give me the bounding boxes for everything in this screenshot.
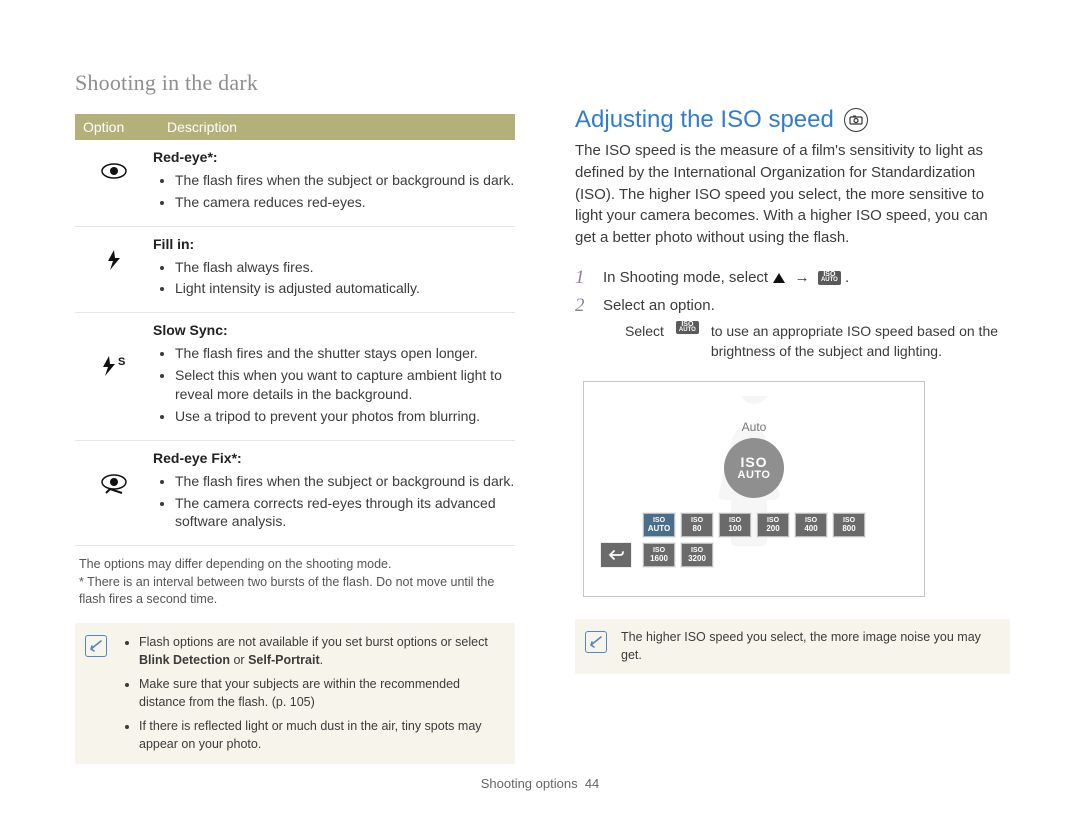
option-name: Red-eye Fix*: <box>153 450 242 466</box>
option-name: Slow Sync: <box>153 322 228 338</box>
iso-chip[interactable]: ISO400 <box>794 512 828 538</box>
section-title: Shooting in the dark <box>75 70 1010 96</box>
bullet: The camera reduces red-eyes. <box>175 193 515 212</box>
iso-chip[interactable]: ISO80 <box>680 512 714 538</box>
back-button[interactable] <box>600 542 632 568</box>
step-item: 1 In Shooting mode, select → ISOAUTO . <box>575 267 1010 289</box>
left-column: Option Description Red-eye*: The flash f… <box>75 114 515 764</box>
eye-icon <box>75 148 153 180</box>
bullet: Light intensity is adjusted automaticall… <box>175 279 515 298</box>
option-description: Slow Sync: The flash fires and the shutt… <box>153 321 515 429</box>
iso-auto-inline-icon: ISOAUTO <box>676 321 699 335</box>
table-row: Red-eye Fix*: The flash fires when the s… <box>75 441 515 547</box>
step-number: 2 <box>575 295 591 317</box>
body-text: The ISO speed is the measure of a film's… <box>575 140 1010 249</box>
bullet: The flash fires when the subject or back… <box>175 171 515 190</box>
option-description: Red-eye Fix*: The flash fires when the s… <box>153 449 515 536</box>
footnote-line: * There is an interval between two burst… <box>79 574 515 609</box>
bullet: Select this when you want to capture amb… <box>175 366 515 404</box>
table-row: Fill in: The flash always fires. Light i… <box>75 227 515 314</box>
iso-chip[interactable]: ISO1600 <box>642 542 676 568</box>
bullet: Use a tripod to prevent your photos from… <box>175 407 515 426</box>
page: Shooting in the dark Option Description … <box>0 0 1080 815</box>
note-item: Make sure that your subjects are within … <box>139 675 503 711</box>
option-description: Fill in: The flash always fires. Light i… <box>153 235 515 303</box>
option-name: Red-eye*: <box>153 149 218 165</box>
iso-chip-row: ISOAUTO ISO80 ISO100 ISO200 ISO400 ISO80… <box>642 512 866 568</box>
note-icon <box>585 631 607 653</box>
step-text: Select an option. Select ISOAUTO to use … <box>603 295 1010 367</box>
up-triangle-icon <box>772 272 786 284</box>
iso-chip[interactable]: ISO200 <box>756 512 790 538</box>
table-row: S Slow Sync: The flash fires and the shu… <box>75 313 515 440</box>
step-number: 1 <box>575 267 591 289</box>
table-row: Red-eye*: The flash fires when the subje… <box>75 140 515 227</box>
right-column: Adjusting the ISO speed The ISO speed is… <box>575 114 1010 764</box>
slow-sync-icon: S <box>75 321 153 377</box>
iso-chip[interactable]: ISO100 <box>718 512 752 538</box>
bullet: The flash fires and the shutter stays op… <box>175 344 515 363</box>
bullet: The camera corrects red-eyes through its… <box>175 494 515 532</box>
camera-screen-preview: Auto ISO AUTO ISOAUTO ISO80 ISO100 ISO20… <box>583 381 925 597</box>
iso-auto-badge: ISO AUTO <box>724 438 784 498</box>
option-name: Fill in: <box>153 236 194 252</box>
footnote: The options may differ depending on the … <box>75 556 515 609</box>
footnote-line: The options may differ depending on the … <box>79 556 515 574</box>
svg-text:S: S <box>118 356 125 368</box>
header-description: Description <box>161 119 515 135</box>
step-text: In Shooting mode, select → ISOAUTO . <box>603 267 1010 289</box>
flash-fill-icon <box>75 235 153 271</box>
header-option: Option <box>75 119 161 135</box>
note-box: The higher ISO speed you select, the mor… <box>575 619 1010 674</box>
steps-list: 1 In Shooting mode, select → ISOAUTO . 2… <box>575 267 1010 367</box>
sub-bullet: Select ISOAUTO to use an appropriate ISO… <box>625 321 1010 362</box>
two-column-layout: Option Description Red-eye*: The flash f… <box>75 114 1010 764</box>
iso-chip[interactable]: ISO3200 <box>680 542 714 568</box>
note-list: Flash options are not available if you s… <box>121 633 503 754</box>
iso-auto-inline-icon: ISOAUTO <box>818 271 841 285</box>
step-item: 2 Select an option. Select ISOAUTO to us… <box>575 295 1010 367</box>
note-box: Flash options are not available if you s… <box>75 623 515 764</box>
note-icon <box>85 635 107 657</box>
redeye-fix-icon <box>75 449 153 497</box>
bullet: The flash fires when the subject or back… <box>175 472 515 491</box>
iso-heading: Adjusting the ISO speed <box>575 106 1010 134</box>
iso-chip-auto[interactable]: ISOAUTO <box>642 512 676 538</box>
iso-chip[interactable]: ISO800 <box>832 512 866 538</box>
note-text: The higher ISO speed you select, the mor… <box>621 629 998 664</box>
page-footer: Shooting options 44 <box>0 776 1080 791</box>
table-header: Option Description <box>75 114 515 140</box>
iso-label: Auto <box>742 420 767 434</box>
bullet: The flash always fires. <box>175 258 515 277</box>
option-description: Red-eye*: The flash fires when the subje… <box>153 148 515 216</box>
note-item: If there is reflected light or much dust… <box>139 717 503 753</box>
camera-mode-icon <box>844 108 868 132</box>
note-item: Flash options are not available if you s… <box>139 633 503 669</box>
